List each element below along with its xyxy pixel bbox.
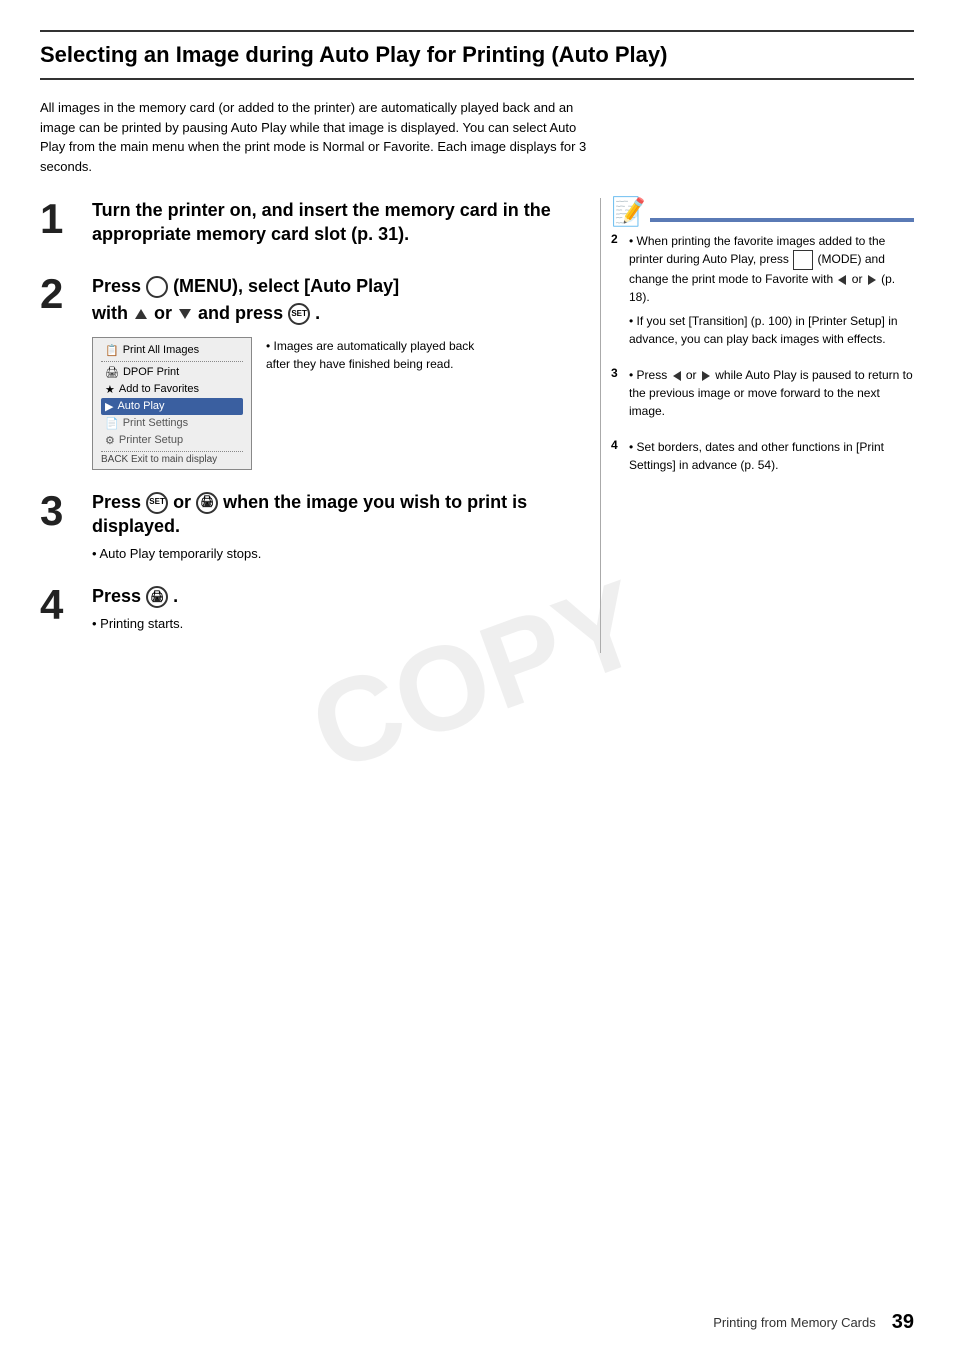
note-2-text-2: • If you set [Transition] (p. 100) in [P…: [629, 312, 914, 348]
favorites-label: Add to Favorites: [119, 383, 199, 395]
step-1-number: 1: [40, 198, 80, 240]
step-4-content: Press 🖨 . Printing starts.: [92, 584, 580, 634]
set-button-icon: SET: [288, 303, 310, 325]
set-icon-3: SET: [146, 492, 168, 514]
step-3-text: Press SET or 🖨 when the image you wish t…: [92, 490, 580, 539]
menu-caption: • Images are automatically played back a…: [266, 337, 486, 373]
note-3-number: 3: [611, 366, 625, 420]
tri-right-icon-1: [868, 275, 876, 285]
note-4-row: 4 • Set borders, dates and other functio…: [611, 438, 914, 474]
tri-left-icon-1: [838, 275, 846, 285]
menu-sep-2: [101, 451, 243, 452]
menu-item-print-settings: 📄 Print Settings: [101, 415, 243, 432]
press-label-3: Press: [92, 492, 146, 512]
dpof-label: DPOF Print: [123, 366, 179, 378]
main-layout: 1 Turn the printer on, and insert the me…: [40, 198, 914, 653]
dpof-icon: 🖨: [105, 366, 119, 379]
right-column: 📝 2 • When printing the favorite images …: [600, 198, 914, 653]
step-3: 3 Press SET or 🖨 when the image you wish…: [40, 490, 580, 564]
note-pencil-icon: 📝: [611, 198, 646, 226]
step-1-content: Turn the printer on, and insert the memo…: [92, 198, 580, 253]
or-label-3: or: [173, 492, 196, 512]
step-1-text: Turn the printer on, and insert the memo…: [92, 198, 580, 247]
menu-caption-bullet: • Images are automatically played back a…: [266, 339, 474, 371]
intro-text: All images in the memory card (or added …: [40, 98, 600, 176]
note-4-text: • Set borders, dates and other functions…: [629, 438, 914, 474]
step-2: 2 Press (MENU), select [Auto Play]with o…: [40, 273, 580, 470]
tri-right-icon-2: [702, 371, 710, 381]
menu-item-favorites: ★ Add to Favorites: [101, 381, 243, 398]
menu-box: 📋 Print All Images 🖨 DPOF Print ★ Add to…: [92, 337, 252, 470]
autoplay-label: Auto Play: [117, 400, 164, 412]
step-4-number: 4: [40, 584, 80, 626]
autoplay-icon: ▶: [105, 400, 113, 413]
step-2-number: 2: [40, 273, 80, 315]
step-3-content: Press SET or 🖨 when the image you wish t…: [92, 490, 580, 564]
step-3-number: 3: [40, 490, 80, 532]
note-3-content: • Press or while Auto Play is paused to …: [629, 366, 914, 420]
print-all-label: Print All Images: [123, 344, 199, 356]
and-press-label: and press: [198, 303, 288, 323]
step-4-bullet: Printing starts.: [92, 614, 580, 634]
note-block-4: 4 • Set borders, dates and other functio…: [611, 438, 914, 474]
or-label: or: [154, 303, 177, 323]
setup-label: Printer Setup: [119, 434, 183, 446]
settings-label: Print Settings: [123, 417, 188, 429]
press-label: Press: [92, 276, 146, 296]
page: COPY Selecting an Image during Auto Play…: [0, 0, 954, 1352]
note-3-text: • Press or while Auto Play is paused to …: [629, 366, 914, 420]
step-2-text: Press (MENU), select [Auto Play]with or …: [92, 273, 580, 327]
note-2-text-1: • When printing the favorite images adde…: [629, 232, 914, 306]
note-header-bar: [650, 218, 914, 222]
note-block-2: 2 • When printing the favorite images ad…: [611, 232, 914, 348]
note-2-row: 2 • When printing the favorite images ad…: [611, 232, 914, 348]
step-4-period: .: [173, 586, 178, 606]
settings-icon: 📄: [105, 417, 119, 430]
step-3-bullet: Auto Play temporarily stops.: [92, 544, 580, 564]
favorites-icon: ★: [105, 383, 115, 396]
left-column: 1 Turn the printer on, and insert the me…: [40, 198, 580, 653]
note-4-number: 4: [611, 438, 625, 474]
setup-icon: ⚙: [105, 434, 115, 447]
tri-left-icon-2: [673, 371, 681, 381]
period: .: [315, 303, 320, 323]
note-2-content: • When printing the favorite images adde…: [629, 232, 914, 348]
print-icon-3: 🖨: [196, 492, 218, 514]
menu-button-icon: [146, 276, 168, 298]
note-2-number: 2: [611, 232, 625, 348]
footer-label: Printing from Memory Cards: [713, 1315, 876, 1330]
triangle-up-icon: [135, 309, 147, 319]
note-block-3: 3 • Press or while Auto Play is paused t…: [611, 366, 914, 420]
menu-item-autoplay: ▶ Auto Play: [101, 398, 243, 415]
step-2-content: Press (MENU), select [Auto Play]with or …: [92, 273, 580, 470]
page-title: Selecting an Image during Auto Play for …: [40, 30, 914, 80]
print-btn-icon: 🖨: [146, 586, 168, 608]
note-header-area: 📝: [611, 198, 914, 226]
footer: Printing from Memory Cards 39: [713, 1311, 914, 1334]
triangle-down-icon: [179, 309, 191, 319]
print-all-icon: 📋: [105, 344, 119, 357]
note-4-content: • Set borders, dates and other functions…: [629, 438, 914, 474]
menu-item-print-all: 📋 Print All Images: [101, 342, 243, 359]
menu-back-label: BACK Exit to main display: [101, 454, 243, 465]
note-3-row: 3 • Press or while Auto Play is paused t…: [611, 366, 914, 420]
footer-page: 39: [892, 1311, 914, 1334]
step-1: 1 Turn the printer on, and insert the me…: [40, 198, 580, 253]
menu-item-dpof: 🖨 DPOF Print: [101, 364, 243, 381]
press-label-4: Press: [92, 586, 146, 606]
step-4-text: Press 🖨 .: [92, 584, 580, 608]
step-4: 4 Press 🖨 . Printing starts.: [40, 584, 580, 634]
mode-square-icon: [793, 250, 813, 270]
menu-item-printer-setup: ⚙ Printer Setup: [101, 432, 243, 449]
menu-sep-1: [101, 361, 243, 362]
menu-area: 📋 Print All Images 🖨 DPOF Print ★ Add to…: [92, 337, 580, 470]
